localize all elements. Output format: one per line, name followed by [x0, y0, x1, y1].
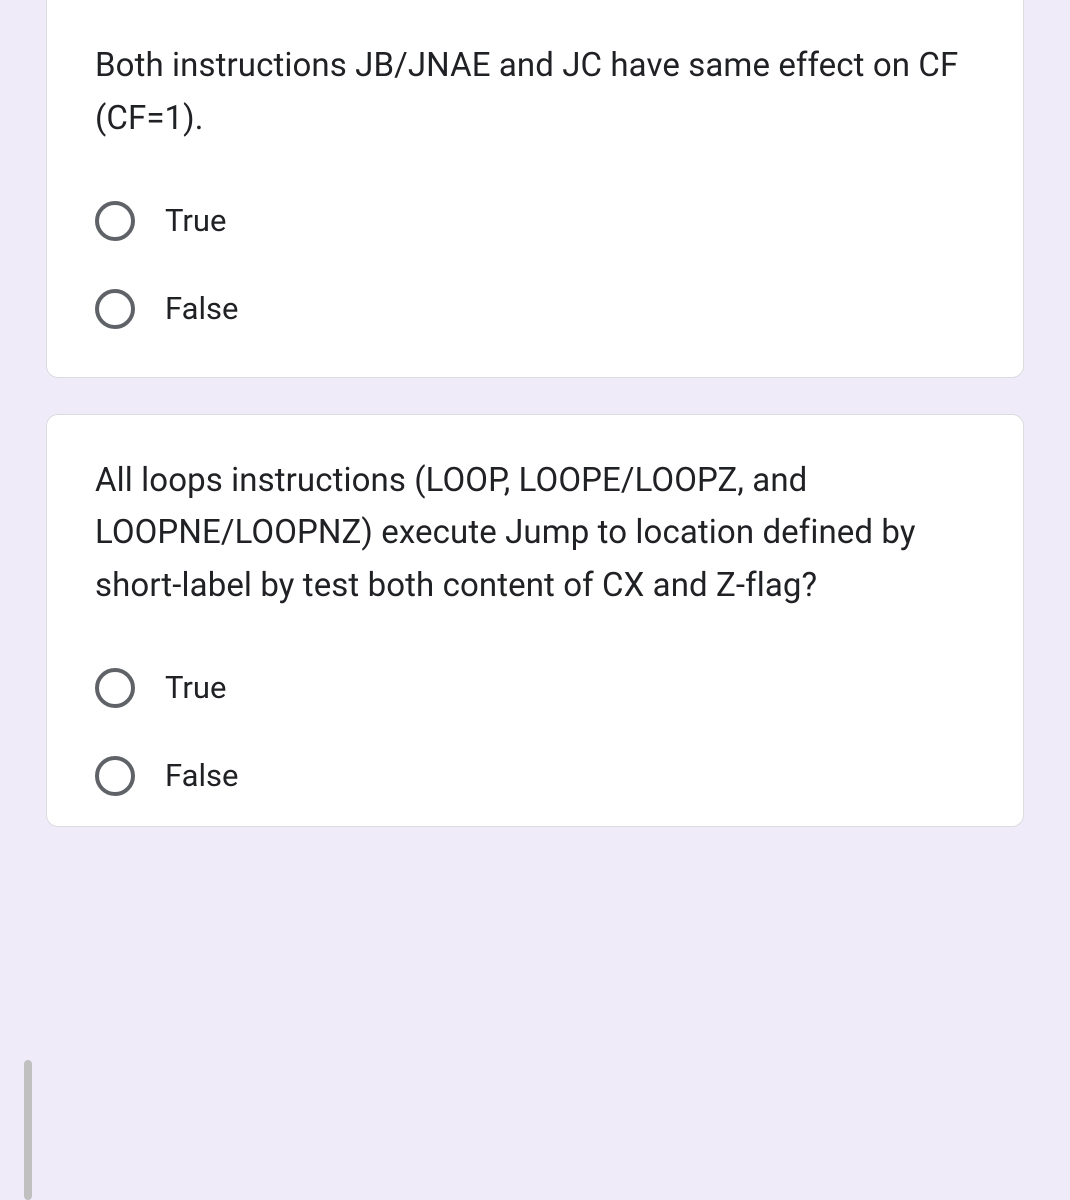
radio-option[interactable]: False [95, 756, 975, 796]
radio-circle-icon [95, 289, 135, 329]
radio-option[interactable]: True [95, 668, 975, 708]
option-label: False [165, 290, 238, 327]
radio-option[interactable]: False [95, 289, 975, 329]
radio-circle-icon [95, 668, 135, 708]
radio-circle-icon [95, 201, 135, 241]
radio-option[interactable]: True [95, 201, 975, 241]
question-card: All loops instructions (LOOP, LOOPE/LOOP… [46, 414, 1024, 827]
scroll-indicator [24, 1060, 32, 1200]
option-label: False [165, 757, 238, 794]
option-label: True [165, 202, 226, 239]
radio-circle-icon [95, 756, 135, 796]
option-label: True [165, 669, 226, 706]
question-text: All loops instructions (LOOP, LOOPE/LOOP… [95, 455, 975, 613]
question-card: Both instructions JB/JNAE and JC have sa… [46, 0, 1024, 378]
question-text: Both instructions JB/JNAE and JC have sa… [95, 40, 975, 146]
